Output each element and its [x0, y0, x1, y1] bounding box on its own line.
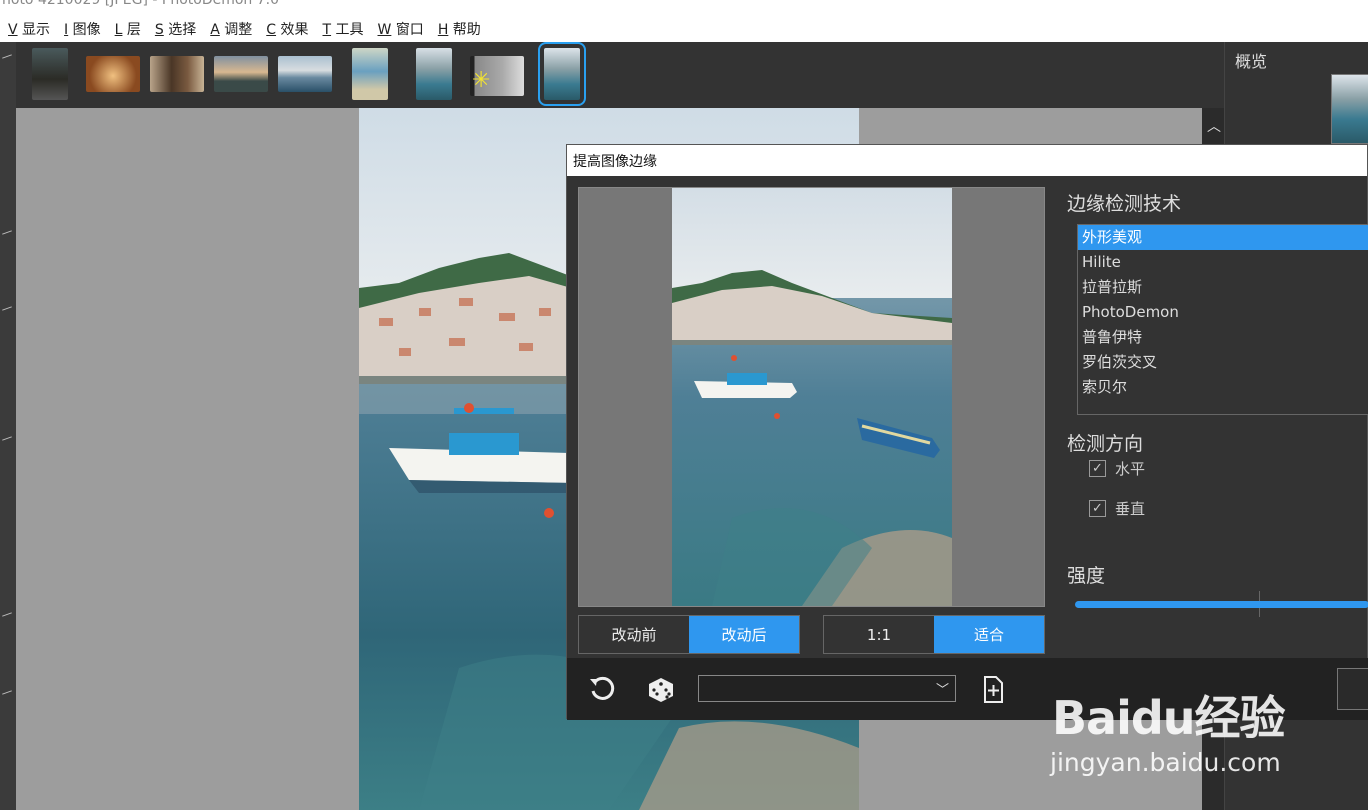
technique-item[interactable]: PhotoDemon [1078, 300, 1368, 325]
direction-label: 检测方向 [1067, 433, 1144, 455]
tool-handle-icon[interactable] [2, 690, 12, 695]
technique-list[interactable]: 外形美观 Hilite 拉普拉斯 PhotoDemon 普鲁伊特 罗伯茨交叉 索… [1077, 224, 1368, 415]
menu-image[interactable]: I 图像 [64, 19, 101, 39]
image-thumbnail[interactable] [150, 56, 204, 92]
left-toolbar [0, 42, 16, 810]
menu-bar: ​ V 显示 I 图像 L 层 S 选择 A 调整 C 效果 T 工具 W 窗口… [0, 16, 1368, 42]
after-button[interactable]: 改动后 [689, 616, 799, 653]
ok-button[interactable] [1337, 668, 1368, 710]
technique-label: 边缘检测技术 [1067, 193, 1182, 215]
zoom-1to1-button[interactable]: 1:1 [824, 616, 934, 653]
technique-item[interactable]: 索贝尔 [1078, 375, 1368, 400]
menu-window[interactable]: W 窗口 [378, 19, 424, 39]
star-icon: ✳ [472, 68, 491, 93]
horizontal-label: 水平 [1115, 460, 1146, 478]
scroll-up-icon[interactable]: ︿ [1207, 116, 1221, 136]
reset-icon[interactable] [586, 673, 618, 705]
checkmark-icon: ✓ [1089, 460, 1106, 477]
vertical-label: 垂直 [1115, 500, 1146, 518]
technique-item[interactable]: 罗伯茨交叉 [1078, 350, 1368, 375]
tool-handle-icon[interactable] [2, 306, 12, 311]
preview-photo [672, 188, 952, 606]
horizontal-checkbox[interactable]: ✓ 水平 [1089, 458, 1145, 479]
menu-adjust[interactable]: A 调整 [210, 19, 252, 39]
enhance-edges-dialog: 提高图像边缘 改动前 改动后 1:1 适合 边缘检测技术 外形美观 Hilite… [566, 144, 1368, 720]
technique-item[interactable]: Hilite [1078, 250, 1368, 275]
tool-handle-icon[interactable] [2, 612, 12, 617]
watermark-url: jingyan.baidu.com [1050, 748, 1281, 777]
menu-view[interactable]: V 显示 [8, 19, 50, 39]
preview-image [672, 188, 952, 606]
image-thumbnail[interactable] [352, 48, 388, 100]
overview-title: 概览 [1235, 52, 1268, 71]
window-title: noto 4210029 [JPEG] - PhotoDemon 7.0 [2, 0, 280, 8]
before-button[interactable]: 改动前 [579, 616, 689, 653]
image-tabstrip: ✳ [16, 42, 1224, 108]
image-thumbnail-selected[interactable] [538, 42, 586, 106]
randomize-dice-icon[interactable] [645, 673, 677, 705]
image-thumbnail[interactable]: ✳ [470, 56, 524, 96]
menu-tools[interactable]: T 工具 [323, 19, 364, 39]
menu-effects[interactable]: C 效果 [266, 19, 308, 39]
before-after-toggle: 改动前 改动后 [578, 615, 800, 654]
vertical-checkbox[interactable]: ✓ 垂直 [1089, 498, 1145, 519]
overview-thumbnail[interactable] [1331, 74, 1368, 144]
save-preset-icon[interactable] [977, 673, 1009, 705]
dialog-titlebar[interactable]: 提高图像边缘 [567, 145, 1367, 176]
menu-help[interactable]: H 帮助 [438, 19, 481, 39]
watermark-brand: Baidu经验 [1052, 691, 1286, 745]
technique-item[interactable]: 拉普拉斯 [1078, 275, 1368, 300]
image-thumbnail[interactable] [32, 48, 68, 100]
strength-slider[interactable] [1075, 601, 1368, 608]
baidu-watermark: Baidu经验 jingyan.baidu.com [1040, 660, 1310, 780]
window-titlebar: noto 4210029 [JPEG] - PhotoDemon 7.0 [0, 0, 1368, 16]
image-thumbnail[interactable] [86, 56, 140, 92]
chevron-down-icon: ﹀ [935, 683, 949, 698]
tool-handle-icon[interactable] [2, 54, 12, 59]
zoom-toggle: 1:1 适合 [823, 615, 1045, 654]
technique-item[interactable]: 普鲁伊特 [1078, 325, 1368, 350]
menu-layer[interactable]: L 层 [115, 19, 141, 39]
tool-handle-icon[interactable] [2, 230, 12, 235]
preview-box[interactable] [578, 187, 1045, 607]
zoom-fit-button[interactable]: 适合 [934, 616, 1044, 653]
menu-select[interactable]: S 选择 [155, 19, 196, 39]
strength-label: 强度 [1067, 565, 1106, 587]
image-thumbnail[interactable] [278, 56, 332, 92]
preset-dropdown[interactable]: ﹀ [698, 675, 956, 702]
technique-item[interactable]: 外形美观 [1078, 225, 1368, 250]
image-thumbnail[interactable] [416, 48, 452, 100]
tool-handle-icon[interactable] [2, 436, 12, 441]
checkmark-icon: ✓ [1089, 500, 1106, 517]
dialog-title: 提高图像边缘 [573, 153, 657, 170]
image-thumbnail[interactable] [214, 56, 268, 92]
